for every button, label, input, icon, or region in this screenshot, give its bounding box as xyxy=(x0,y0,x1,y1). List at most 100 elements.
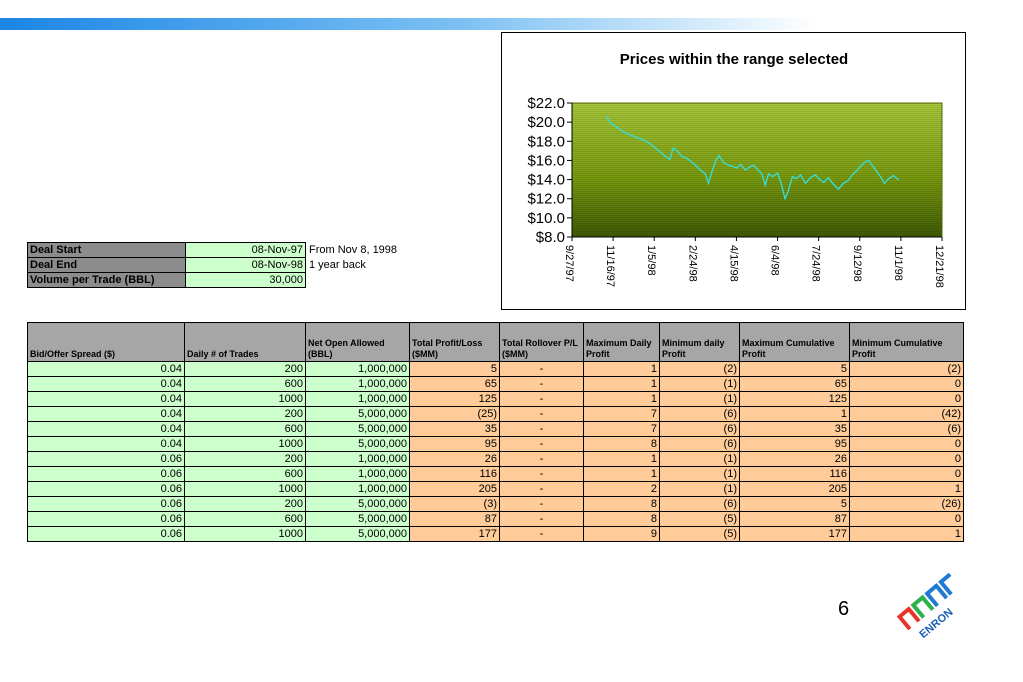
price-chart: Prices within the range selected $22.0 $20… xyxy=(501,32,966,310)
x-tick-label: 9/27/97 xyxy=(563,245,575,282)
price-point xyxy=(686,157,688,160)
column-header: Total Rollover P/L ($MM) xyxy=(499,322,584,362)
price-point xyxy=(740,163,742,165)
price-point xyxy=(781,184,783,186)
table-row: 0.06 1000 5,000,000 177-9 (5) 177 1 xyxy=(27,526,964,542)
price-point xyxy=(795,178,798,180)
price-point xyxy=(809,177,811,179)
price-point xyxy=(617,127,619,129)
table-cell: (3) xyxy=(409,496,500,512)
table-row: 0.06 200 5,000,000 (3) -8 (6) 5 (26) xyxy=(27,496,964,512)
table-cell: 5 xyxy=(739,496,850,512)
table-cell: 65 xyxy=(739,376,850,392)
table-cell: 1 xyxy=(583,451,660,467)
y-tick-label: $12.0 xyxy=(527,191,565,208)
table-cell: 1 xyxy=(739,406,850,422)
price-chart-svg: Prices within the range selected $22.0 $20… xyxy=(527,51,945,288)
table-cell: 0.04 xyxy=(27,421,185,437)
price-point xyxy=(681,156,683,158)
table-cell: 1000 xyxy=(184,436,306,452)
price-point xyxy=(605,115,608,117)
deal-value: 08-Nov-97 xyxy=(185,242,306,258)
table-cell: (6) xyxy=(659,496,740,512)
y-tick-label: $10.0 xyxy=(527,210,565,227)
table-cell: (42) xyxy=(849,406,964,422)
deal-note: 1 year back xyxy=(309,259,366,271)
price-point xyxy=(648,142,650,144)
table-cell: 5 xyxy=(409,361,500,377)
column-header: Maximum Daily Profit xyxy=(583,322,660,362)
price-point xyxy=(847,179,849,182)
table-cell: (1) xyxy=(659,451,740,467)
table-cell: 0.04 xyxy=(27,406,185,422)
table-cell: 8 xyxy=(583,496,660,512)
price-point xyxy=(823,181,825,183)
table-row: 0.04 600 5,000,000 35-7 (6) 35 (6) xyxy=(27,421,964,437)
price-point xyxy=(659,151,661,153)
table-cell: - xyxy=(499,376,584,392)
table-row: 0.04 600 1,000,000 65-1 (1) 65 0 xyxy=(27,376,964,392)
results-table: Bid/Offer Spread ($) Daily # of Trades Net… xyxy=(27,322,964,542)
table-row: 0.04 200 1,000,000 5-1 (2) 5 (2) xyxy=(27,361,964,377)
y-tick-label: $16.0 xyxy=(527,152,565,169)
table-cell: 1000 xyxy=(184,526,306,542)
x-tick-label: 2/24/98 xyxy=(686,245,698,282)
table-cell: (2) xyxy=(849,361,964,377)
price-point xyxy=(842,182,844,184)
x-tick-label: 4/15/98 xyxy=(727,245,739,282)
table-cell: 200 xyxy=(184,451,306,467)
table-cell: 95 xyxy=(409,436,500,452)
price-point xyxy=(629,134,631,136)
deal-info-table: Deal Start 08-Nov-97 From Nov 8, 1998 Deal … xyxy=(27,242,432,288)
table-row: 0.04 1000 5,000,000 95-8 (6) 95 0 xyxy=(27,436,964,452)
table-row: 0.06 600 5,000,000 87-8 (5) 87 0 xyxy=(27,511,964,527)
column-header: Minimum daily Profit xyxy=(659,322,740,362)
table-cell: 1 xyxy=(849,481,964,497)
table-cell: 0.06 xyxy=(27,451,185,467)
price-point xyxy=(672,147,674,149)
x-tick-label: 9/12/98 xyxy=(851,245,863,282)
page-number: 6 xyxy=(838,598,850,620)
price-point xyxy=(711,171,713,173)
table-cell: 600 xyxy=(184,466,306,482)
price-point xyxy=(859,166,861,168)
price-point xyxy=(804,182,807,184)
y-tick-label: $18.0 xyxy=(527,133,565,150)
price-point xyxy=(699,169,701,171)
top-gradient-bar xyxy=(0,18,1023,30)
price-point xyxy=(791,176,793,178)
table-cell: - xyxy=(499,406,584,422)
table-cell: (26) xyxy=(849,496,964,512)
table-cell: 35 xyxy=(739,421,850,437)
table-cell: 0.06 xyxy=(27,481,185,497)
price-point xyxy=(814,174,816,176)
table-cell: 35 xyxy=(409,421,500,437)
table-cell: 5,000,000 xyxy=(305,421,410,437)
table-cell: 125 xyxy=(409,391,500,407)
table-cell: 1,000,000 xyxy=(305,361,410,377)
table-cell: 1 xyxy=(583,376,660,392)
price-point xyxy=(749,166,751,168)
table-cell: 5 xyxy=(739,361,850,377)
table-cell: (6) xyxy=(849,421,964,437)
table-cell: 200 xyxy=(184,496,306,512)
table-cell: 0 xyxy=(849,436,964,452)
deal-note xyxy=(306,273,432,288)
table-cell: - xyxy=(499,526,584,542)
table-cell: - xyxy=(499,481,584,497)
table-cell: (1) xyxy=(659,391,740,407)
table-cell: 0 xyxy=(849,466,964,482)
x-tick-label: 12/21/98 xyxy=(933,245,945,288)
price-point xyxy=(872,165,874,167)
table-cell: 1 xyxy=(849,526,964,542)
price-point xyxy=(735,167,737,169)
table-cell: - xyxy=(499,466,584,482)
price-point xyxy=(715,159,717,161)
price-point xyxy=(665,156,667,158)
table-cell: 200 xyxy=(184,361,306,377)
table-cell: 600 xyxy=(184,421,306,437)
price-point xyxy=(694,164,696,166)
table-cell: 1,000,000 xyxy=(305,466,410,482)
price-point xyxy=(753,164,755,166)
table-cell: 0 xyxy=(849,391,964,407)
